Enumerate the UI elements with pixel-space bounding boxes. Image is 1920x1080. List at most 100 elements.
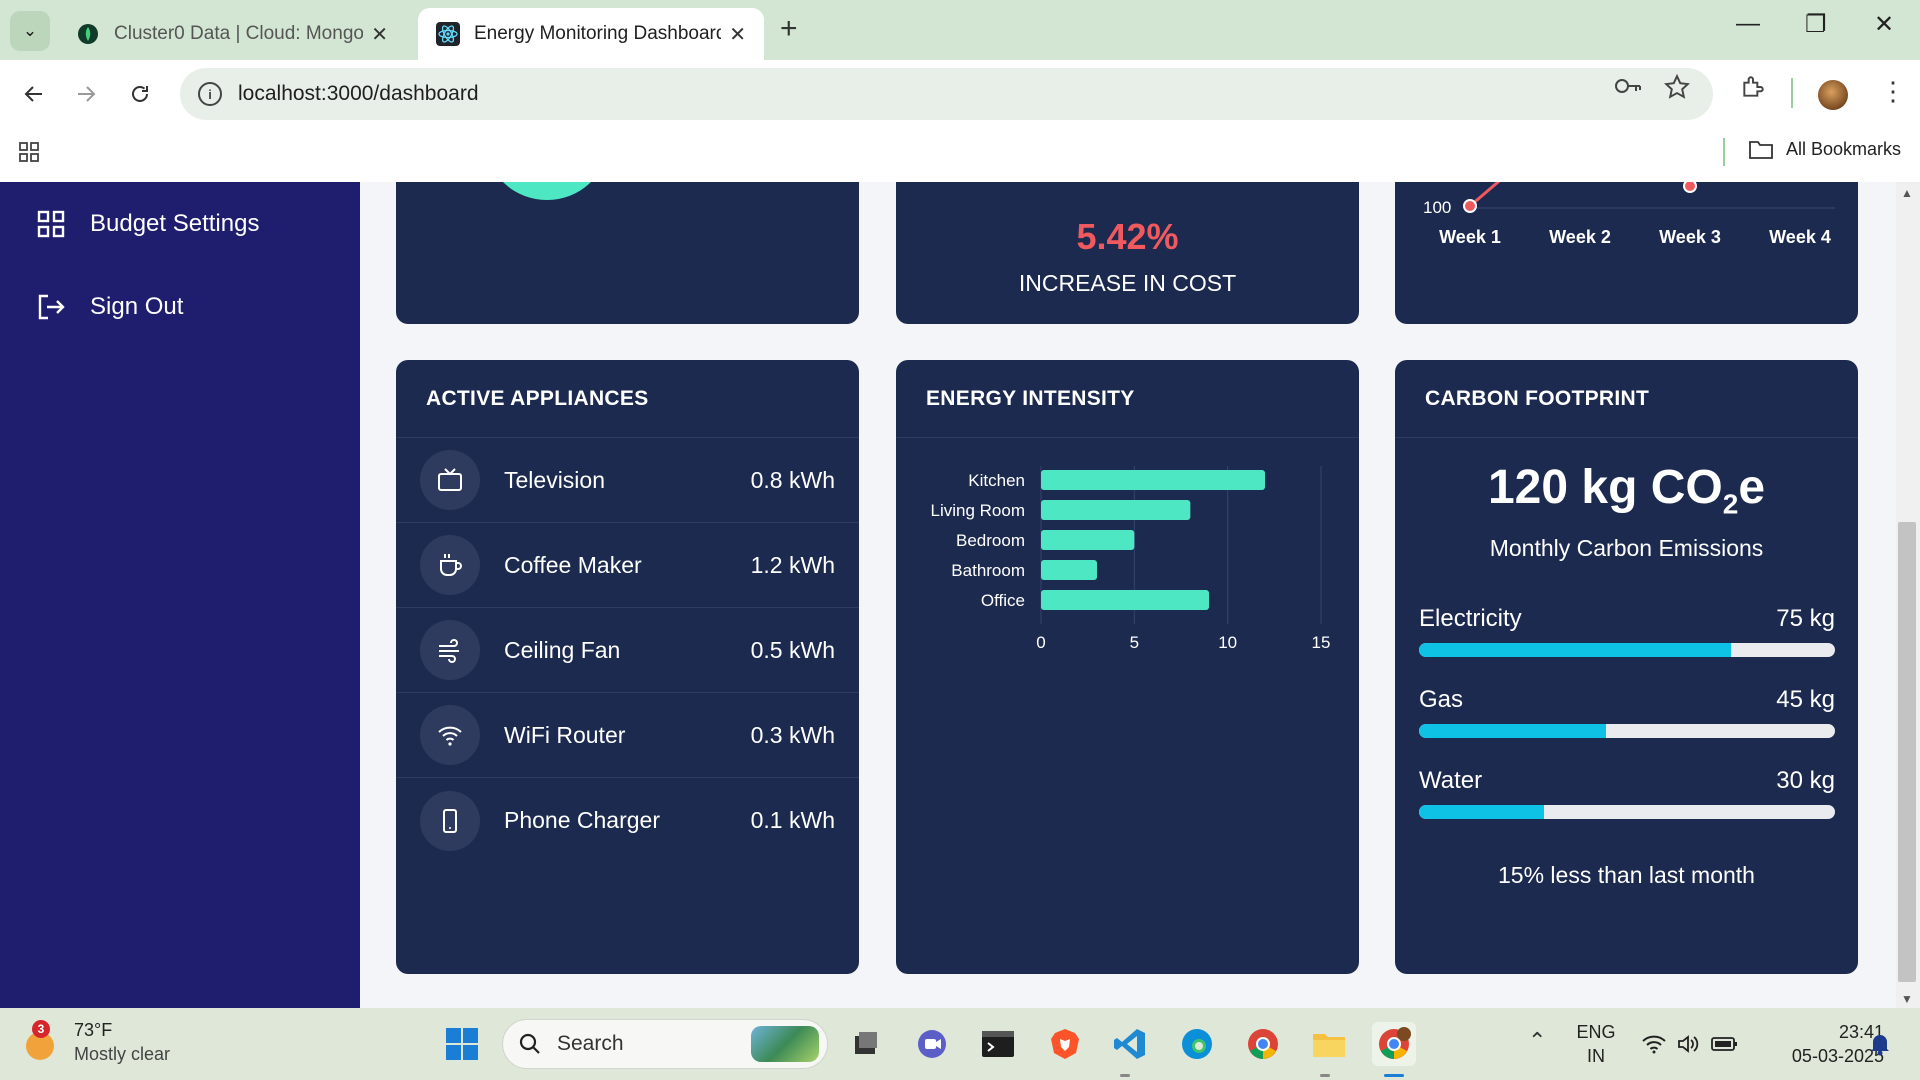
weather-widget[interactable]: 3 73°F Mostly clear <box>22 1018 170 1066</box>
chat-app-icon[interactable] <box>910 1022 954 1066</box>
tv-icon <box>420 450 480 510</box>
weather-desc: Mostly clear <box>74 1044 171 1064</box>
emission-label: Gas <box>1419 686 1464 713</box>
x-tick-label: Week 3 <box>1659 227 1721 247</box>
address-bar[interactable]: i localhost:3000/dashboard <box>180 68 1713 120</box>
tab-mongodb[interactable]: Cluster0 Data | Cloud: MongoDB ✕ <box>58 8 406 60</box>
card-active-appliances: ACTIVE APPLIANCES Television 0.8 kWh Cof… <box>396 360 859 974</box>
progress-fill <box>1419 805 1544 819</box>
emission-label: Electricity <box>1419 605 1522 632</box>
all-bookmarks-label: All Bookmarks <box>1786 138 1902 159</box>
chevron-up-icon[interactable]: ⌃ <box>1528 1028 1546 1054</box>
page-viewport: Budget Settings Sign Out 5.42% INCREASE … <box>0 182 1920 1008</box>
restore-button[interactable]: ❐ <box>1805 10 1827 39</box>
tab-title: Energy Monitoring Dashboard <box>474 23 722 44</box>
card-energy-intensity: ENERGY INTENSITY 0 5 10 15 Kitchen Living Roo… <box>896 360 1359 974</box>
list-item[interactable]: Coffee Maker 1.2 kWh <box>396 523 859 608</box>
arrow-right-icon <box>78 86 96 102</box>
running-indicator <box>1120 1074 1130 1077</box>
progress-track <box>1419 724 1835 738</box>
vscode-icon[interactable] <box>1108 1022 1152 1066</box>
taskbar-search[interactable]: Search <box>502 1019 828 1069</box>
x-tick-label: 5 <box>1130 633 1139 652</box>
sidebar-item-label: Budget Settings <box>90 210 260 237</box>
x-tick-label: Week 4 <box>1769 227 1831 247</box>
star-icon[interactable] <box>1663 73 1691 105</box>
terminal-icon[interactable] <box>976 1022 1020 1066</box>
data-point <box>1463 199 1477 213</box>
window-close-button[interactable]: ✕ <box>1874 10 1894 39</box>
language-indicator[interactable]: ENG IN <box>1576 1020 1616 1068</box>
chrome-icon[interactable] <box>1241 1022 1285 1066</box>
tab-energy-dashboard[interactable]: Energy Monitoring Dashboard ✕ <box>418 8 764 60</box>
forward-button[interactable] <box>66 74 106 114</box>
emission-value: 30 kg <box>1776 767 1835 794</box>
bar <box>1041 560 1097 580</box>
back-button[interactable] <box>14 74 54 114</box>
card-weekly-cost-chart: 100 Week 1 Week 2 Week 3 Week 4 <box>1395 182 1858 324</box>
close-icon[interactable]: ✕ <box>371 22 388 47</box>
reload-button[interactable] <box>120 74 160 114</box>
list-item[interactable]: Television 0.8 kWh <box>396 438 859 523</box>
emission-row-electricity: Electricity 75 kg <box>1419 605 1835 657</box>
emission-row-water: Water 30 kg <box>1419 767 1835 819</box>
emission-value: 45 kg <box>1776 686 1835 713</box>
avatar[interactable] <box>1818 80 1848 110</box>
category-label: Bathroom <box>951 561 1025 580</box>
card-title: ACTIVE APPLIANCES <box>396 360 859 438</box>
carbon-amount-suffix: e <box>1738 461 1766 514</box>
apps-grid-icon[interactable] <box>18 140 42 169</box>
scroll-up-icon[interactable]: ▲ <box>1901 186 1913 200</box>
close-icon[interactable]: ✕ <box>729 22 746 47</box>
carbon-amount: 120 kg CO2e <box>1395 460 1858 521</box>
scrollbar-thumb[interactable] <box>1898 522 1916 982</box>
file-explorer-icon[interactable] <box>1307 1022 1351 1066</box>
appliance-usage: 0.1 kWh <box>750 807 835 833</box>
carbon-footer: 15% less than last month <box>1498 862 1755 888</box>
gauge-segment <box>488 182 606 200</box>
list-item[interactable]: Ceiling Fan 0.5 kWh <box>396 608 859 693</box>
card-title: ENERGY INTENSITY <box>896 360 1359 438</box>
appliance-name: Phone Charger <box>504 807 660 833</box>
card-carbon-footprint: CARBON FOOTPRINT 120 kg CO2e Monthly Car… <box>1395 360 1858 974</box>
task-view-icon[interactable] <box>843 1022 887 1066</box>
sidebar-item-sign-out[interactable]: Sign Out <box>36 292 183 322</box>
list-item[interactable]: WiFi Router 0.3 kWh <box>396 693 859 778</box>
key-icon[interactable] <box>1614 74 1642 103</box>
appliance-name: Ceiling Fan <box>504 636 621 663</box>
wifi-icon <box>420 705 480 765</box>
brave-browser-icon[interactable] <box>1043 1022 1087 1066</box>
bar <box>1041 470 1265 490</box>
extensions-icon[interactable] <box>1740 74 1766 105</box>
bookmarks-bar: All Bookmarks <box>0 128 1920 182</box>
weather-temp: 73°F <box>74 1020 113 1040</box>
category-label: Bedroom <box>956 531 1025 550</box>
data-point <box>1683 182 1697 193</box>
list-item[interactable]: Phone Charger 0.1 kWh <box>396 778 859 863</box>
weekly-line-chart <box>1463 182 1835 213</box>
sidebar-item-budget-settings[interactable]: Budget Settings <box>36 209 259 239</box>
scroll-down-icon[interactable]: ▼ <box>1901 992 1913 1006</box>
windows-start-icon[interactable] <box>440 1022 484 1066</box>
minimize-button[interactable]: — <box>1736 10 1760 38</box>
new-tab-button[interactable]: + <box>780 12 798 46</box>
carbon-amount-subscript: 2 <box>1722 488 1739 520</box>
react-icon <box>436 22 460 46</box>
site-info-icon[interactable]: i <box>198 82 222 106</box>
appliance-list: Television 0.8 kWh Coffee Maker 1.2 kWh … <box>396 438 859 863</box>
weather-moon-icon: 3 <box>22 1020 58 1060</box>
search-icon <box>519 1033 540 1054</box>
sidebar: Budget Settings Sign Out <box>0 182 360 1008</box>
tab-strip: ⌄ Cluster0 Data | Cloud: MongoDB ✕ Energ… <box>0 0 1920 60</box>
appliance-name: Television <box>504 466 605 493</box>
edge-browser-icon[interactable] <box>1175 1022 1219 1066</box>
bookmarks-divider <box>1723 138 1725 166</box>
battery-icon[interactable] <box>1702 1022 1746 1066</box>
notification-bell-icon[interactable] <box>1858 1022 1902 1066</box>
all-bookmarks-button[interactable]: All Bookmarks <box>1748 138 1901 160</box>
progress-fill <box>1419 643 1731 657</box>
folder-icon <box>1749 141 1773 159</box>
more-menu-icon[interactable]: ⋮ <box>1880 76 1906 107</box>
chrome-profile-icon[interactable] <box>1372 1022 1416 1066</box>
tab-search-button[interactable]: ⌄ <box>10 11 50 51</box>
